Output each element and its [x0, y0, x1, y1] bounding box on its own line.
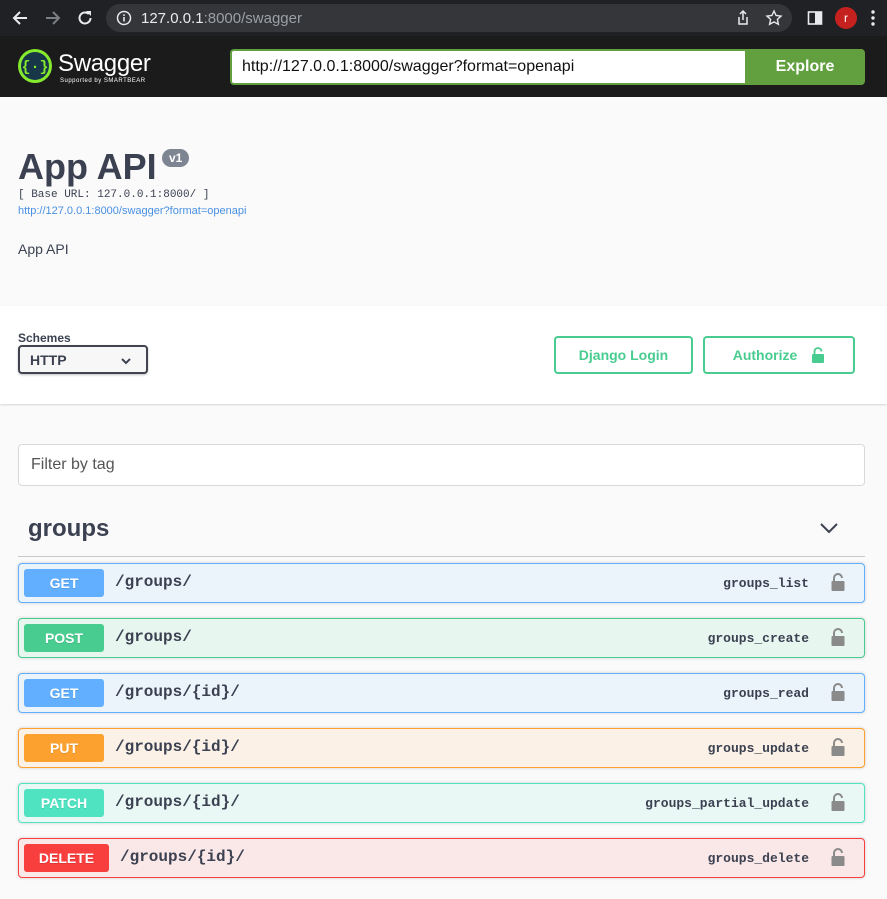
operation-row-groups_list[interactable]: GET/groups/groups_list — [18, 563, 865, 603]
chevron-down-icon — [120, 354, 132, 366]
tag-divider — [18, 556, 865, 557]
http-method-badge: GET — [24, 679, 104, 707]
operation-path: /groups/{id}/ — [115, 683, 240, 701]
django-login-button[interactable]: Django Login — [554, 336, 693, 374]
operation-id: groups_create — [707, 631, 809, 646]
address-url: 127.0.0.1:8000/swagger — [141, 10, 302, 27]
reload-icon[interactable] — [74, 7, 96, 29]
bookmark-star-icon[interactable] — [765, 9, 783, 27]
operation-row-groups_partial_update[interactable]: PATCH/groups/{id}/ groups_partial_update — [18, 783, 865, 823]
lock-icon[interactable] — [830, 792, 846, 812]
version-badge: v1 — [162, 149, 190, 167]
operation-row-groups_read[interactable]: GET/groups/{id}/ groups_read — [18, 673, 865, 713]
swagger-topbar: {·} Swagger Supported by SMARTBEAR http:… — [0, 36, 887, 97]
swagger-logo-icon: {·} — [17, 48, 53, 84]
svg-text:{·}: {·} — [21, 59, 48, 76]
explore-button[interactable]: Explore — [745, 49, 865, 85]
collapse-chevron-icon[interactable] — [819, 521, 839, 535]
page-title: App API — [18, 146, 157, 187]
operation-path: /groups/{id}/ — [120, 848, 245, 866]
lock-icon[interactable] — [830, 737, 846, 757]
scheme-container: Schemes HTTP Django Login Authorize — [0, 306, 887, 404]
operation-id: groups_partial_update — [645, 796, 809, 811]
operation-row-groups_delete[interactable]: DELETE/groups/{id}/ groups_delete — [18, 838, 865, 878]
lock-icon[interactable] — [830, 572, 846, 592]
http-method-badge: PATCH — [24, 789, 104, 817]
operation-path: /groups/{id}/ — [115, 738, 240, 756]
http-method-badge: PUT — [24, 734, 104, 762]
http-method-badge: DELETE — [24, 844, 109, 872]
authorize-button[interactable]: Authorize — [703, 336, 855, 374]
api-description: App API — [18, 241, 69, 257]
base-url: [ Base URL: 127.0.0.1:8000/ ] — [18, 189, 210, 201]
lock-icon[interactable] — [830, 682, 846, 702]
site-info-icon[interactable] — [116, 10, 132, 26]
back-icon[interactable] — [9, 7, 31, 29]
authorize-label: Authorize — [732, 347, 798, 363]
operation-id: groups_read — [723, 686, 809, 701]
operation-path: /groups/ — [115, 573, 192, 591]
swagger-logo-subtext: Supported by SMARTBEAR — [60, 78, 146, 84]
operation-row-groups_create[interactable]: POST/groups/groups_create — [18, 618, 865, 658]
unlocked-icon — [811, 347, 825, 363]
forward-icon[interactable] — [42, 7, 64, 29]
spec-link[interactable]: http://127.0.0.1:8000/swagger?format=ope… — [18, 205, 246, 217]
lock-icon[interactable] — [830, 847, 846, 867]
share-icon[interactable] — [734, 9, 752, 27]
swagger-logo-text: Swagger — [58, 50, 151, 77]
profile-avatar[interactable]: r — [835, 7, 857, 29]
operation-row-groups_update[interactable]: PUT/groups/{id}/ groups_update — [18, 728, 865, 768]
operation-path: /groups/{id}/ — [115, 793, 240, 811]
operation-id: groups_update — [707, 741, 809, 756]
browser-toolbar: 127.0.0.1:8000/swagger r — [0, 0, 887, 36]
side-panel-icon[interactable] — [804, 7, 826, 29]
operation-id: groups_delete — [707, 851, 809, 866]
operation-path: /groups/ — [115, 628, 192, 646]
lock-icon[interactable] — [830, 627, 846, 647]
more-menu-icon[interactable] — [866, 7, 880, 29]
schemes-label: Schemes — [18, 331, 71, 345]
schemes-selected-value: HTTP — [30, 351, 67, 368]
address-bar[interactable]: 127.0.0.1:8000/swagger — [106, 4, 792, 32]
filter-by-tag-input[interactable]: Filter by tag — [18, 444, 865, 486]
http-method-badge: POST — [24, 624, 104, 652]
http-method-badge: GET — [24, 569, 104, 597]
spec-url-input[interactable]: http://127.0.0.1:8000/swagger?format=ope… — [230, 49, 746, 85]
schemes-select[interactable]: HTTP — [18, 345, 148, 374]
tag-title[interactable]: groups — [28, 515, 109, 543]
filter-placeholder: Filter by tag — [31, 456, 115, 473]
operation-id: groups_list — [723, 576, 809, 591]
